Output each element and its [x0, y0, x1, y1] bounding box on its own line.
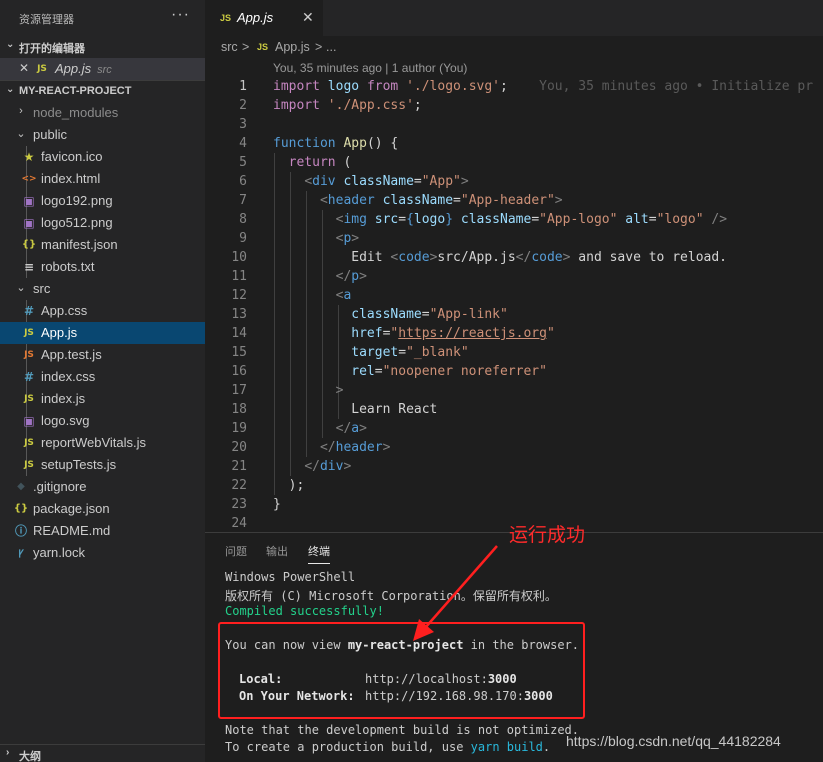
annotation-label: 运行成功 [509, 524, 586, 546]
watermark: https://blog.csdn.net/qq_44182284 [566, 733, 781, 749]
annotation-arrow [413, 545, 498, 641]
